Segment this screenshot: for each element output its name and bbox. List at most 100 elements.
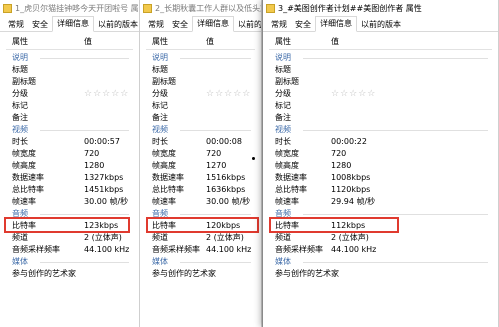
row-channels[interactable]: 频道 2 (立体声): [269, 232, 492, 244]
value: 123kbps: [84, 221, 119, 230]
row-data-rate[interactable]: 数据速率 1327kbps: [6, 172, 133, 184]
row-frame-rate[interactable]: 帧速率 29.94 帧/秒: [269, 196, 492, 208]
row-comments[interactable]: 备注: [269, 112, 492, 124]
row-channels[interactable]: 频道 2 (立体声): [146, 232, 255, 244]
row-sample-rate[interactable]: 音频采样频率 44.100 kHz: [6, 244, 133, 256]
column-header-value[interactable]: 值: [84, 35, 92, 49]
label: 帧宽度: [152, 149, 176, 158]
value: 00:00:08: [206, 137, 242, 146]
window-title: 3_#美图创作者计划##美图创作者 属性: [278, 3, 422, 13]
rating-stars-icon[interactable]: ☆☆☆☆☆: [206, 88, 251, 100]
row-duration[interactable]: 时长 00:00:22: [269, 136, 492, 148]
row-data-rate[interactable]: 数据速率 1008kbps: [269, 172, 492, 184]
label: 比特率: [12, 221, 36, 230]
row-audio-bitrate[interactable]: 比特率 120kbps: [146, 220, 255, 232]
row-channels[interactable]: 频道 2 (立体声): [6, 232, 133, 244]
row-title[interactable]: 标题: [6, 64, 133, 76]
row-comments[interactable]: 备注: [146, 112, 255, 124]
title-bar[interactable]: 2_长期秋囊工作人群以及低头族!: [140, 0, 261, 16]
rating-stars-icon[interactable]: ☆☆☆☆☆: [84, 88, 129, 100]
row-rating[interactable]: 分级 ☆☆☆☆☆: [146, 88, 255, 100]
tab-strip: 常规 安全 详细信息 以前的版本: [0, 16, 139, 32]
row-frame-rate[interactable]: 帧速率 30.00 帧/秒: [6, 196, 133, 208]
row-frame-width[interactable]: 帧宽度 720: [269, 148, 492, 160]
row-audio-bitrate[interactable]: 比特率 112kbps: [269, 220, 492, 232]
label: 参与创作的艺术家: [152, 269, 216, 278]
row-tags[interactable]: 标记: [269, 100, 492, 112]
value: 00:00:22: [331, 137, 367, 146]
row-audio-bitrate[interactable]: 比特率 123kbps: [6, 220, 133, 232]
tab-details[interactable]: 详细信息: [52, 16, 94, 32]
column-header-property[interactable]: 属性: [152, 35, 168, 49]
label: 比特率: [275, 221, 299, 230]
properties-window-3[interactable]: 3_#美图创作者计划##美图创作者 属性 常规 安全 详细信息 以前的版本 属性…: [262, 0, 499, 327]
section-media: 媒体: [146, 256, 255, 268]
value: 1516kbps: [206, 173, 246, 182]
row-sample-rate[interactable]: 音频采样频率 44.100 kHz: [146, 244, 255, 256]
row-total-bitrate[interactable]: 总比特率 1451kbps: [6, 184, 133, 196]
row-rating[interactable]: 分级 ☆☆☆☆☆: [6, 88, 133, 100]
section-video: 视频: [6, 124, 133, 136]
tab-security[interactable]: 安全: [168, 19, 192, 31]
label: 音频采样频率: [152, 245, 200, 254]
tab-security[interactable]: 安全: [291, 19, 315, 31]
row-contributing-artists[interactable]: 参与创作的艺术家: [146, 268, 255, 280]
column-header-property[interactable]: 属性: [12, 35, 28, 49]
title-bar[interactable]: 3_#美图创作者计划##美图创作者 属性: [263, 0, 498, 16]
tab-details[interactable]: 详细信息: [315, 16, 357, 32]
window-title: 1_虎贝尔猫挂钟哆今天开团啦号 属性: [15, 3, 139, 13]
rating-stars-icon[interactable]: ☆☆☆☆☆: [331, 88, 376, 100]
value: 1120kbps: [331, 185, 371, 194]
tab-general[interactable]: 常规: [144, 19, 168, 31]
label: 总比特率: [275, 185, 307, 194]
tab-previous-versions[interactable]: 以前的版本: [94, 19, 139, 31]
row-frame-rate[interactable]: 帧速率 30.00 帧/秒: [146, 196, 255, 208]
row-contributing-artists[interactable]: 参与创作的艺术家: [6, 268, 133, 280]
label: 参与创作的艺术家: [275, 269, 339, 278]
tab-general[interactable]: 常规: [4, 19, 28, 31]
section-description: 说明: [6, 52, 133, 64]
tab-previous-versions[interactable]: 以前的版本: [357, 19, 405, 31]
properties-window-1[interactable]: 1_虎贝尔猫挂钟哆今天开团啦号 属性 常规 安全 详细信息 以前的版本 属性 值…: [0, 0, 140, 327]
row-frame-height[interactable]: 帧高度 1280: [269, 160, 492, 172]
title-bar[interactable]: 1_虎贝尔猫挂钟哆今天开团啦号 属性: [0, 0, 139, 16]
row-duration[interactable]: 时长 00:00:57: [6, 136, 133, 148]
properties-window-2[interactable]: 2_长期秋囊工作人群以及低头族! 常规 安全 详细信息 以前的版 属性 值 说明…: [140, 0, 262, 327]
label: 标题: [152, 65, 168, 74]
row-frame-width[interactable]: 帧宽度 720: [146, 148, 255, 160]
tab-previous-versions[interactable]: 以前的版: [234, 19, 261, 31]
label: 帧速率: [152, 197, 176, 206]
tab-details[interactable]: 详细信息: [192, 16, 234, 32]
row-duration[interactable]: 时长 00:00:08: [146, 136, 255, 148]
row-frame-width[interactable]: 帧宽度 720: [6, 148, 133, 160]
row-contributing-artists[interactable]: 参与创作的艺术家: [269, 268, 492, 280]
row-comments[interactable]: 备注: [6, 112, 133, 124]
column-header-property[interactable]: 属性: [275, 35, 291, 49]
row-frame-height[interactable]: 帧高度 1270: [146, 160, 255, 172]
label: 副标题: [152, 77, 176, 86]
row-frame-height[interactable]: 帧高度 1280: [6, 160, 133, 172]
value: 44.100 kHz: [84, 245, 130, 254]
row-subtitle[interactable]: 副标题: [269, 76, 492, 88]
label: 帧速率: [275, 197, 299, 206]
tab-security[interactable]: 安全: [28, 19, 52, 31]
file-icon: [3, 3, 12, 13]
label: 数据速率: [152, 173, 184, 182]
value: 2 (立体声): [331, 233, 369, 242]
value: 1451kbps: [84, 185, 124, 194]
row-total-bitrate[interactable]: 总比特率 1636kbps: [146, 184, 255, 196]
column-header-value[interactable]: 值: [331, 35, 339, 49]
row-tags[interactable]: 标记: [146, 100, 255, 112]
tab-general[interactable]: 常规: [267, 19, 291, 31]
row-title[interactable]: 标题: [269, 64, 492, 76]
row-subtitle[interactable]: 副标题: [6, 76, 133, 88]
column-header-value[interactable]: 值: [206, 35, 214, 49]
row-tags[interactable]: 标记: [6, 100, 133, 112]
row-subtitle[interactable]: 副标题: [146, 76, 255, 88]
row-total-bitrate[interactable]: 总比特率 1120kbps: [269, 184, 492, 196]
value: 30.00 帧/秒: [84, 197, 129, 206]
row-title[interactable]: 标题: [146, 64, 255, 76]
row-data-rate[interactable]: 数据速率 1516kbps: [146, 172, 255, 184]
row-sample-rate[interactable]: 音频采样频率 44.100 kHz: [269, 244, 492, 256]
row-rating[interactable]: 分级 ☆☆☆☆☆: [269, 88, 492, 100]
